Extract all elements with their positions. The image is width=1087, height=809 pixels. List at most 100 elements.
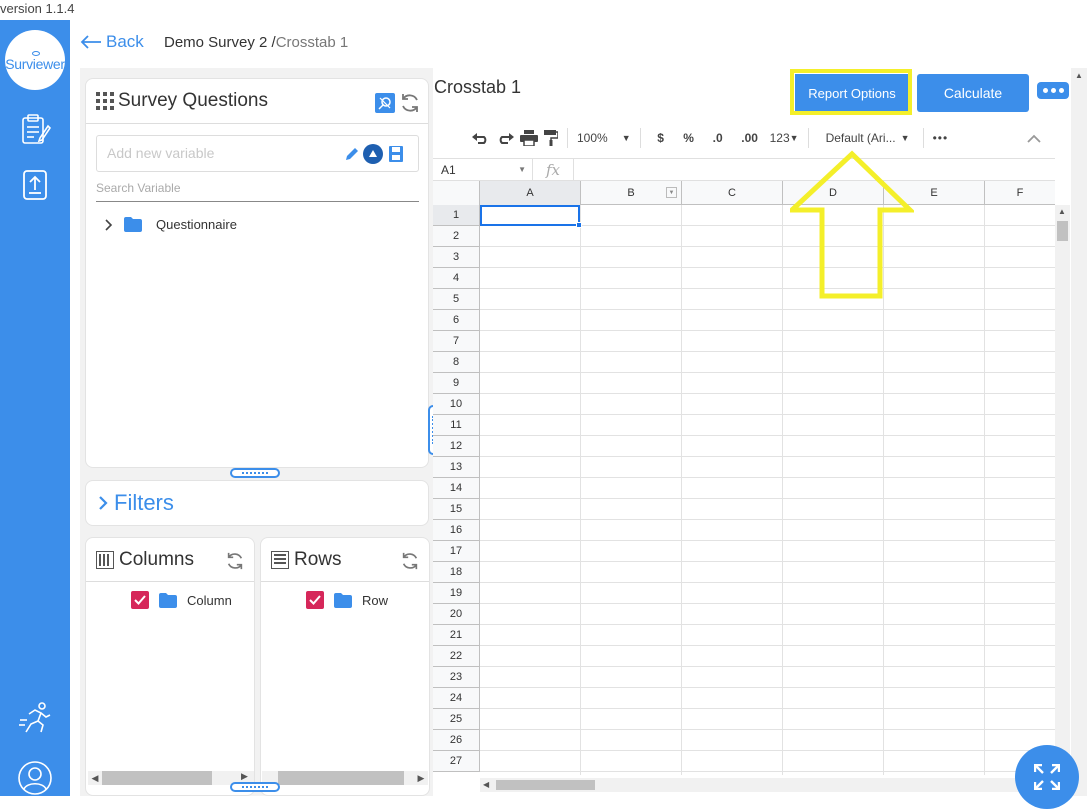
row-header[interactable]: 21 (433, 625, 480, 646)
increase-decimal-button[interactable]: .00 (736, 126, 764, 150)
tree-item-label: Questionnaire (156, 217, 237, 232)
column-header[interactable]: A (480, 181, 581, 205)
row-header[interactable]: 26 (433, 730, 480, 751)
scroll-up-icon[interactable]: ▲ (1058, 207, 1066, 216)
resize-handle-horizontal[interactable] (230, 782, 280, 792)
folder-icon (159, 592, 177, 608)
column-header[interactable]: F (985, 181, 1055, 205)
zoom-value: 100% (577, 131, 608, 145)
divider (86, 123, 428, 124)
save-icon[interactable] (388, 145, 404, 163)
selected-cell[interactable] (480, 205, 582, 228)
row-header[interactable]: 19 (433, 583, 480, 604)
zoom-select[interactable]: 100% ▼ (577, 126, 631, 150)
percent-button[interactable]: % (678, 126, 700, 150)
cell-reference-value: A1 (441, 162, 456, 177)
row-header[interactable]: 18 (433, 562, 480, 583)
row-header[interactable]: 9 (433, 373, 480, 394)
column-checkbox[interactable] (131, 591, 149, 609)
row-header[interactable]: 6 (433, 310, 480, 331)
cells-area[interactable] (480, 205, 1055, 775)
row-header[interactable]: 17 (433, 541, 480, 562)
row-header[interactable]: 4 (433, 268, 480, 289)
row-header[interactable]: 2 (433, 226, 480, 247)
row-header[interactable]: 23 (433, 667, 480, 688)
breadcrumb-survey[interactable]: Demo Survey 2 / (164, 34, 276, 51)
fullscreen-button[interactable] (1015, 745, 1079, 809)
resize-handle-horizontal[interactable] (230, 468, 280, 478)
scroll-right-icon[interactable]: ▶ (241, 771, 248, 782)
scroll-up-icon[interactable]: ▲ (1075, 71, 1083, 80)
chevron-right-icon (99, 496, 108, 510)
row-header[interactable]: 10 (433, 394, 480, 415)
row-item[interactable]: Row (306, 591, 388, 609)
pencil-icon[interactable] (344, 146, 360, 162)
row-header[interactable]: 16 (433, 520, 480, 541)
undo-icon[interactable] (472, 126, 490, 150)
add-variable-input[interactable] (107, 145, 337, 161)
row-header[interactable]: 8 (433, 352, 480, 373)
search-variable-label[interactable]: Search Variable (96, 181, 181, 195)
refresh-icon[interactable] (225, 551, 245, 576)
corner-cell[interactable] (433, 181, 480, 205)
scroll-left-icon[interactable]: ◀ (88, 773, 102, 784)
row-header[interactable]: 3 (433, 247, 480, 268)
upload-icon[interactable] (18, 168, 52, 202)
sheet-horizontal-scrollbar[interactable]: ◀ (480, 778, 1055, 792)
user-icon[interactable] (17, 760, 52, 795)
row-header[interactable]: 13 (433, 457, 480, 478)
refresh-icon[interactable] (399, 92, 421, 119)
more-options-icon[interactable] (1037, 82, 1069, 99)
currency-button[interactable]: $ (650, 126, 672, 150)
chevron-up-icon[interactable] (1027, 126, 1041, 150)
fill-handle[interactable] (576, 222, 582, 228)
runner-icon[interactable] (17, 700, 51, 734)
row-header[interactable]: 12 (433, 436, 480, 457)
scroll-right-icon[interactable]: ▶ (414, 773, 428, 784)
number-format-select[interactable]: 123 ▼ (770, 126, 799, 150)
chevron-right-icon[interactable] (104, 218, 114, 231)
font-select[interactable]: Default (Ari... ▼ (818, 126, 914, 150)
row-header[interactable]: 1 (433, 205, 480, 226)
back-button[interactable]: Back (80, 32, 144, 52)
redo-icon[interactable] (496, 126, 514, 150)
row-header[interactable]: 15 (433, 499, 480, 520)
row-checkbox[interactable] (306, 591, 324, 609)
cell-reference[interactable]: A1 ▼ (433, 159, 533, 180)
scrollbar-thumb[interactable] (496, 780, 595, 790)
row-header[interactable]: 7 (433, 331, 480, 352)
print-icon[interactable] (520, 126, 538, 150)
columns-scrollbar[interactable]: ◀ (88, 771, 254, 785)
fx-icon: fx (545, 160, 560, 179)
filters-header[interactable]: Filters (98, 490, 174, 516)
sheet-vertical-scrollbar[interactable]: ▲ (1055, 205, 1070, 775)
app-logo[interactable]: Surviewer (5, 30, 65, 90)
row-header[interactable]: 27 (433, 751, 480, 772)
tree-item-questionnaire[interactable]: Questionnaire (104, 217, 237, 232)
row-header[interactable]: 22 (433, 646, 480, 667)
row-header[interactable]: 14 (433, 478, 480, 499)
row-header[interactable]: 24 (433, 688, 480, 709)
row-header[interactable]: 11 (433, 415, 480, 436)
caret-down-icon[interactable]: ▼ (666, 187, 677, 198)
calculate-button[interactable]: Calculate (917, 74, 1029, 112)
column-item[interactable]: Column (131, 591, 232, 609)
column-header[interactable]: C (682, 181, 783, 205)
search-toggle-icon[interactable] (375, 93, 395, 113)
row-header[interactable]: 25 (433, 709, 480, 730)
expand-icon (1034, 764, 1060, 790)
row-header[interactable]: 5 (433, 289, 480, 310)
clipboard-icon[interactable] (18, 112, 52, 146)
toolbar-separator (807, 128, 809, 148)
column-header[interactable]: B ▼ (581, 181, 682, 205)
page-vertical-scrollbar[interactable]: ▲ (1071, 68, 1087, 796)
row-header[interactable]: 20 (433, 604, 480, 625)
back-label: Back (106, 32, 144, 51)
refresh-icon[interactable] (400, 551, 420, 576)
upload-variable-icon[interactable] (363, 144, 383, 164)
paint-format-icon[interactable] (544, 126, 558, 150)
scroll-left-icon[interactable]: ◀ (483, 780, 489, 789)
rows-scrollbar[interactable]: ▶ (262, 771, 428, 785)
more-tools-button[interactable]: ••• (933, 126, 949, 150)
decrease-decimal-button[interactable]: .0 (706, 126, 730, 150)
